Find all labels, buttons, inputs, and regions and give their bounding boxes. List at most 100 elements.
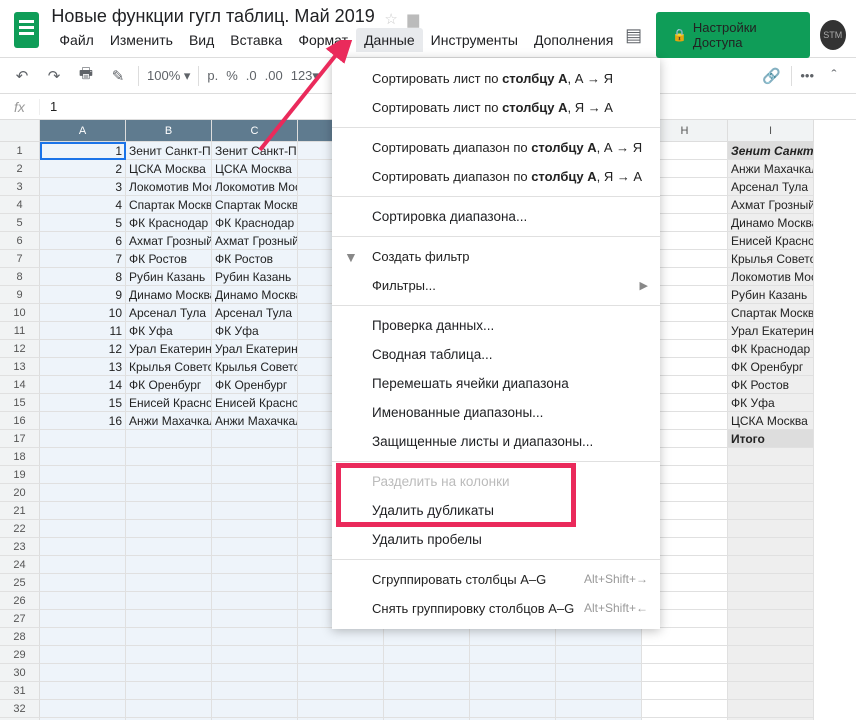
comments-icon[interactable]: ▤ xyxy=(621,21,646,49)
cell-A29[interactable] xyxy=(40,646,126,664)
cell-A27[interactable] xyxy=(40,610,126,628)
cell-c4[interactable]: Спартак Москва xyxy=(212,196,298,214)
collapse-up-icon[interactable]: ˆ xyxy=(822,67,846,84)
row-header-7[interactable]: 7 xyxy=(0,250,40,268)
menu-tools[interactable]: Инструменты xyxy=(423,28,526,52)
row-header-6[interactable]: 6 xyxy=(0,232,40,250)
cell-i16[interactable]: ЦСКА Москва xyxy=(728,412,814,430)
row-header-11[interactable]: 11 xyxy=(0,322,40,340)
cell-b14[interactable]: ФК Оренбург xyxy=(126,376,212,394)
row-header-26[interactable]: 26 xyxy=(0,592,40,610)
cell-a5[interactable]: 5 xyxy=(40,214,126,232)
cell-c10[interactable]: Арсенал Тула xyxy=(212,304,298,322)
row-header-20[interactable]: 20 xyxy=(0,484,40,502)
cell-A22[interactable] xyxy=(40,520,126,538)
cell-c1[interactable]: Зенит Санкт-Петер xyxy=(212,142,298,160)
cell-C25[interactable] xyxy=(212,574,298,592)
row-header-23[interactable]: 23 xyxy=(0,538,40,556)
folder-icon[interactable]: ▆ xyxy=(407,11,419,28)
cell-H32[interactable] xyxy=(642,700,728,718)
print-icon[interactable]: 🖶 xyxy=(74,63,98,88)
cell-c7[interactable]: ФК Ростов xyxy=(212,250,298,268)
cell-b13[interactable]: Крылья Советов xyxy=(126,358,212,376)
cell-i14[interactable]: ФК Ростов xyxy=(728,376,814,394)
row-header-8[interactable]: 8 xyxy=(0,268,40,286)
insert-link-icon[interactable]: 🔗 xyxy=(759,67,783,85)
dec-increase[interactable]: .00 xyxy=(265,68,283,83)
cell-I26[interactable] xyxy=(728,592,814,610)
cell-I18[interactable] xyxy=(728,448,814,466)
cell-G32[interactable] xyxy=(556,700,642,718)
cell-A26[interactable] xyxy=(40,592,126,610)
cell-I19[interactable] xyxy=(728,466,814,484)
col-header-A[interactable]: A xyxy=(40,120,126,142)
cell-b16[interactable]: Анжи Махачкал xyxy=(126,412,212,430)
currency-format[interactable]: p. xyxy=(207,68,218,83)
cell-i13[interactable]: ФК Оренбург xyxy=(728,358,814,376)
cell-I24[interactable] xyxy=(728,556,814,574)
cell-G31[interactable] xyxy=(556,682,642,700)
cell-H31[interactable] xyxy=(642,682,728,700)
cell-I30[interactable] xyxy=(728,664,814,682)
share-button[interactable]: 🔒 Настройки Доступа xyxy=(656,12,810,58)
dec-decrease[interactable]: .0 xyxy=(246,68,257,83)
cell-b5[interactable]: ФК Краснодар xyxy=(126,214,212,232)
mi-filters[interactable]: Фильтры...▶ xyxy=(332,271,660,300)
cell-c12[interactable]: Урал Екатеринбург xyxy=(212,340,298,358)
col-header-B[interactable]: B xyxy=(126,120,212,142)
cell-C21[interactable] xyxy=(212,502,298,520)
cell-A30[interactable] xyxy=(40,664,126,682)
cell-B18[interactable] xyxy=(126,448,212,466)
mi-create-filter[interactable]: ▼Создать фильтр xyxy=(332,242,660,271)
menu-data[interactable]: Данные xyxy=(356,28,423,52)
cell-A25[interactable] xyxy=(40,574,126,592)
row-header-31[interactable]: 31 xyxy=(0,682,40,700)
cell-c13[interactable]: Крылья Советов С xyxy=(212,358,298,376)
cell-b17[interactable] xyxy=(126,430,212,448)
cell-I31[interactable] xyxy=(728,682,814,700)
cell-i8[interactable]: Локомотив Москв xyxy=(728,268,814,286)
cell-b11[interactable]: ФК Уфа xyxy=(126,322,212,340)
cell-G28[interactable] xyxy=(556,628,642,646)
cell-i15[interactable]: ФК Уфа xyxy=(728,394,814,412)
menu-format[interactable]: Формат xyxy=(290,28,356,52)
cell-E29[interactable] xyxy=(384,646,470,664)
star-icon[interactable]: ☆ xyxy=(384,11,397,28)
cell-i6[interactable]: Енисей Красноярс xyxy=(728,232,814,250)
cell-I22[interactable] xyxy=(728,520,814,538)
row-header-24[interactable]: 24 xyxy=(0,556,40,574)
mi-sort-sheet-az[interactable]: Сортировать лист по столбцу A, А → Я xyxy=(332,64,660,93)
cell-B20[interactable] xyxy=(126,484,212,502)
cell-c3[interactable]: Локомотив Москва xyxy=(212,178,298,196)
cell-b15[interactable]: Енисей Красноя xyxy=(126,394,212,412)
cell-b9[interactable]: Динамо Москва xyxy=(126,286,212,304)
sheets-logo-icon[interactable] xyxy=(14,12,39,48)
cell-B23[interactable] xyxy=(126,538,212,556)
cell-C20[interactable] xyxy=(212,484,298,502)
cell-b1[interactable]: Зенит Санкт-Пет xyxy=(126,142,212,160)
undo-icon[interactable]: ↶ xyxy=(10,67,34,85)
cell-a10[interactable]: 10 xyxy=(40,304,126,322)
row-header-3[interactable]: 3 xyxy=(0,178,40,196)
cell-i7[interactable]: Крылья Советов С xyxy=(728,250,814,268)
row-header-17[interactable]: 17 xyxy=(0,430,40,448)
row-header-2[interactable]: 2 xyxy=(0,160,40,178)
redo-icon[interactable]: ↷ xyxy=(42,67,66,85)
cell-E31[interactable] xyxy=(384,682,470,700)
cell-a7[interactable]: 7 xyxy=(40,250,126,268)
cell-a15[interactable]: 15 xyxy=(40,394,126,412)
mi-pivot[interactable]: Сводная таблица... xyxy=(332,340,660,369)
cell-i17[interactable]: Итого xyxy=(728,430,814,448)
cell-B25[interactable] xyxy=(126,574,212,592)
row-header-19[interactable]: 19 xyxy=(0,466,40,484)
cell-a3[interactable]: 3 xyxy=(40,178,126,196)
row-header-16[interactable]: 16 xyxy=(0,412,40,430)
cell-D30[interactable] xyxy=(298,664,384,682)
cell-a6[interactable]: 6 xyxy=(40,232,126,250)
paint-icon[interactable]: ✎ xyxy=(106,67,130,85)
row-header-30[interactable]: 30 xyxy=(0,664,40,682)
mi-group-cols[interactable]: Сгруппировать столбцы A–GAlt+Shift+→ xyxy=(332,565,660,594)
cell-a12[interactable]: 12 xyxy=(40,340,126,358)
mi-remove-duplicates[interactable]: Удалить дубликаты xyxy=(332,496,660,525)
cell-b7[interactable]: ФК Ростов xyxy=(126,250,212,268)
